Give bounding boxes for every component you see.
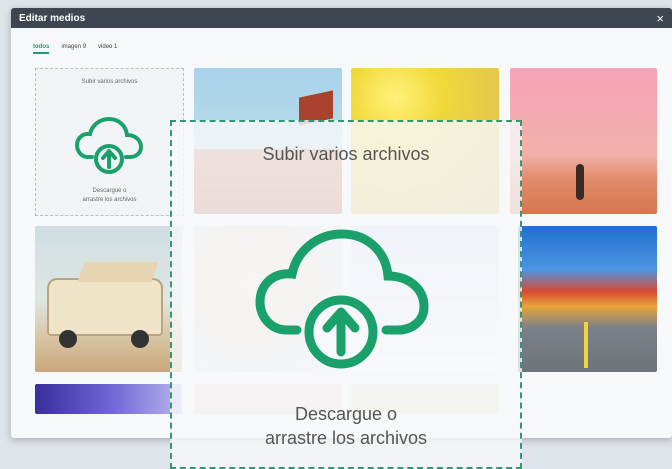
person-silhouette — [576, 164, 584, 200]
tab-all[interactable]: todos — [33, 44, 50, 54]
upload-tile-title: Subir varios archivos — [81, 79, 138, 85]
cloud-upload-icon — [255, 229, 429, 369]
van-wheel-front — [59, 330, 77, 348]
media-tabs: todos imagen 9 video 1 — [33, 44, 117, 54]
cloud-upload-icon — [74, 116, 144, 174]
upload-tile-hint: Descargue o arrastre los archivos — [82, 188, 137, 203]
dialog-titlebar: Editar medios × — [11, 8, 672, 28]
thumbnail-colorful-street[interactable] — [518, 226, 657, 372]
drop-zone-overlay[interactable]: Subir varios archivos Descargue o arrast… — [170, 120, 522, 469]
drop-zone-hint: Descargue o arrastre los archivos — [264, 404, 428, 448]
road-center-line — [584, 322, 588, 368]
van-wheel-rear — [131, 330, 149, 348]
drop-zone-title: Subir varios archivos — [262, 144, 430, 164]
close-icon[interactable]: × — [656, 11, 664, 26]
thumbnail-purple-flowers[interactable] — [35, 384, 182, 414]
thumbnail-camper-van[interactable] — [35, 226, 182, 372]
tab-videos[interactable]: video 1 — [98, 44, 117, 54]
van-popup-roof — [77, 262, 159, 282]
van-body — [47, 278, 163, 336]
tab-images[interactable]: imagen 9 — [61, 44, 86, 54]
dialog-title: Editar medios — [19, 12, 86, 24]
upload-tile[interactable]: Subir varios archivos Descargue o arrast… — [35, 68, 184, 216]
thumbnail-beach-person[interactable] — [510, 68, 657, 214]
